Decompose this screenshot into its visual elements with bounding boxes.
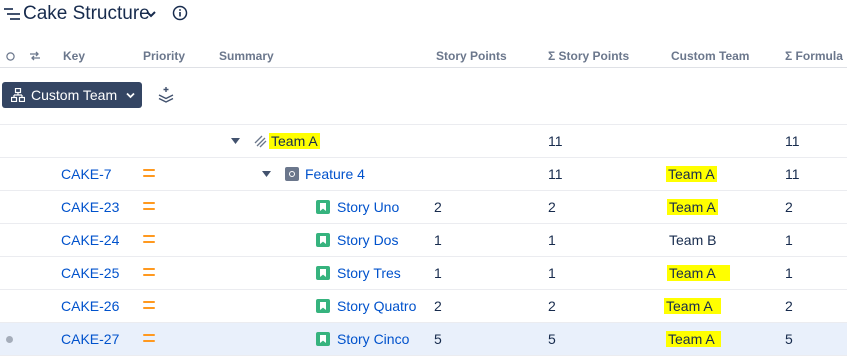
story-points-value[interactable]: 1 — [434, 232, 442, 248]
issue-key-link[interactable]: CAKE-25 — [61, 265, 119, 281]
summary-link[interactable]: Story Cinco — [337, 331, 409, 347]
story-type-icon — [316, 233, 330, 247]
custom-team-value: Team B — [669, 232, 717, 248]
sum-story-points-value: 11 — [548, 133, 563, 149]
priority-medium-icon — [143, 202, 155, 212]
summary-link[interactable]: Story Tres — [337, 265, 401, 281]
column-summary[interactable]: Summary — [219, 49, 274, 63]
title-bar: Cake Structure — [0, 0, 847, 30]
sum-formula-value: 1 — [785, 232, 793, 248]
structure-table: Team A 11 11 CAKE-7 Feature 4 11 Team A … — [0, 125, 847, 356]
column-header: Key Priority Summary Story Points Σ Stor… — [0, 44, 847, 68]
sum-formula-value: 11 — [785, 166, 800, 182]
issue-key-link[interactable]: CAKE-7 — [61, 166, 112, 182]
table-row-cake-24[interactable]: CAKE-24 Story Dos 1 1 Team B 1 — [0, 224, 847, 257]
summary-text[interactable]: Team A — [269, 133, 320, 149]
column-key[interactable]: Key — [63, 49, 85, 63]
column-story-points[interactable]: Story Points — [436, 49, 507, 63]
custom-team-value: Team A — [667, 199, 718, 215]
table-row-cake-23[interactable]: CAKE-23 Story Uno 2 2 Team A 2 — [0, 191, 847, 224]
story-type-icon — [316, 200, 330, 214]
custom-team-value: Team A — [664, 298, 721, 314]
custom-team-value: Team A — [666, 331, 721, 347]
sum-story-points-value: 5 — [548, 331, 556, 347]
structure-icon — [4, 8, 20, 20]
custom-team-group-button[interactable]: Custom Team — [2, 82, 142, 108]
table-row-cake-27[interactable]: CAKE-27 Story Cinco 5 5 Team A 5 — [0, 323, 847, 356]
column-sum-formula[interactable]: Σ Formula — [785, 49, 843, 63]
row-selection-dot[interactable] — [6, 336, 13, 343]
chevron-down-icon — [126, 92, 135, 99]
hierarchy-icon — [11, 88, 25, 102]
priority-medium-icon — [143, 235, 155, 245]
story-type-icon — [316, 299, 330, 313]
collapse-caret-icon[interactable] — [231, 137, 240, 145]
table-row-cake-25[interactable]: CAKE-25 Story Tres 1 1 Team A 1 — [0, 257, 847, 290]
group-icon — [254, 135, 267, 148]
sum-formula-value: 1 — [785, 265, 793, 281]
custom-team-value: Team A — [667, 265, 730, 281]
table-row-cake-7[interactable]: CAKE-7 Feature 4 11 Team A 11 — [0, 158, 847, 191]
feature-type-icon — [285, 167, 299, 181]
story-points-value[interactable]: 2 — [434, 199, 442, 215]
summary-link[interactable]: Story Uno — [337, 199, 399, 215]
sum-formula-value: 2 — [785, 298, 793, 314]
summary-link[interactable]: Story Dos — [337, 232, 398, 248]
sum-formula-value: 11 — [785, 133, 800, 149]
sum-story-points-value: 1 — [548, 265, 556, 281]
issue-key-link[interactable]: CAKE-26 — [61, 298, 119, 314]
issue-key-link[interactable]: CAKE-27 — [61, 331, 119, 347]
chevron-down-icon[interactable] — [145, 8, 157, 20]
summary-link[interactable]: Feature 4 — [305, 166, 365, 182]
priority-medium-icon — [143, 169, 155, 179]
select-all-circle-icon[interactable] — [6, 52, 15, 61]
column-sum-story-points[interactable]: Σ Story Points — [548, 49, 629, 63]
sum-formula-value: 5 — [785, 331, 793, 347]
page-title: Cake Structure — [23, 3, 150, 24]
info-icon[interactable] — [172, 5, 188, 21]
column-custom-team[interactable]: Custom Team — [671, 49, 749, 63]
story-type-icon — [316, 332, 330, 346]
sum-formula-value: 2 — [785, 199, 793, 215]
column-priority[interactable]: Priority — [143, 49, 185, 63]
summary-link[interactable]: Story Quatro — [337, 298, 416, 314]
priority-medium-icon — [143, 268, 155, 278]
add-layer-icon[interactable] — [157, 86, 175, 104]
story-points-value[interactable]: 5 — [434, 331, 442, 347]
collapse-caret-icon[interactable] — [262, 170, 271, 178]
priority-medium-icon — [143, 334, 155, 344]
sum-story-points-value: 1 — [548, 232, 556, 248]
issue-key-link[interactable]: CAKE-23 — [61, 199, 119, 215]
table-row-group-team-a[interactable]: Team A 11 11 — [0, 125, 847, 158]
custom-team-button-label: Custom Team — [31, 87, 118, 103]
sum-story-points-value: 11 — [548, 166, 563, 182]
sum-story-points-value: 2 — [548, 199, 556, 215]
sum-story-points-value: 2 — [548, 298, 556, 314]
story-points-value[interactable]: 2 — [434, 298, 442, 314]
story-type-icon — [316, 266, 330, 280]
table-row-cake-26[interactable]: CAKE-26 Story Quatro 2 2 Team A 2 — [0, 290, 847, 323]
priority-medium-icon — [143, 301, 155, 311]
story-points-value[interactable]: 1 — [434, 265, 442, 281]
swap-icon[interactable] — [29, 51, 41, 61]
custom-team-value: Team A — [666, 166, 717, 182]
issue-key-link[interactable]: CAKE-24 — [61, 232, 119, 248]
